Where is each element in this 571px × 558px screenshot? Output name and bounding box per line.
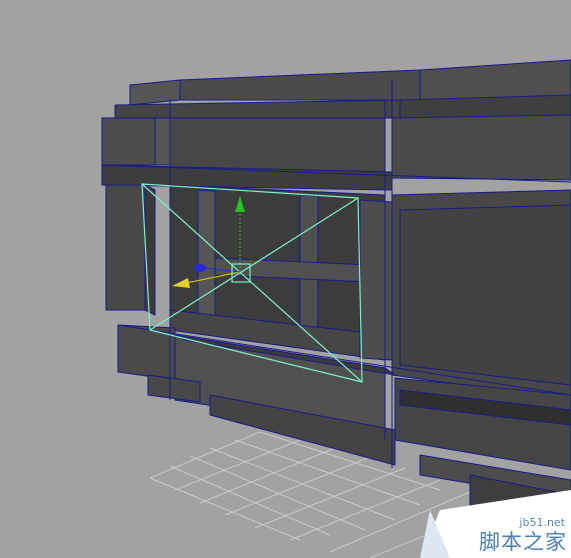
mesh-face-left-pillar xyxy=(105,184,146,311)
mesh-face-top-back3 xyxy=(419,59,571,101)
mesh-face-window-frame-v1 xyxy=(197,189,216,326)
mesh-face-top-back2 xyxy=(179,69,421,101)
mesh-face-right-panel-inner xyxy=(399,204,571,386)
mesh-face-block-right xyxy=(391,114,571,181)
mesh-face-lower-left xyxy=(117,324,176,381)
mesh-face-top-back xyxy=(129,79,181,106)
mesh-face-block-l2 xyxy=(154,117,171,166)
mesh-face-window-right xyxy=(359,199,393,361)
3d-viewport[interactable] xyxy=(0,0,571,558)
mesh-face-left-pillar-side xyxy=(144,184,156,316)
mesh-face-block-l xyxy=(101,117,156,166)
z-axis-arrow-icon[interactable] xyxy=(194,264,206,272)
mesh-face-block-mid xyxy=(169,117,386,173)
mesh-object[interactable] xyxy=(101,59,571,531)
